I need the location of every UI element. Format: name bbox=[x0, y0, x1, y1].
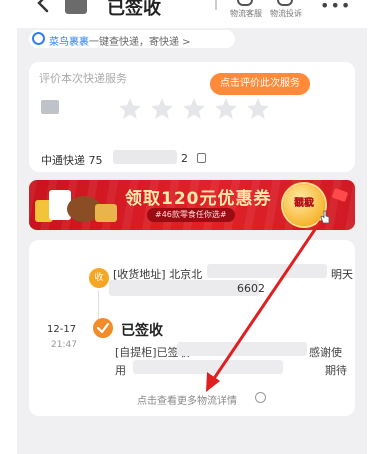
back-arrow-icon[interactable] bbox=[33, 0, 55, 14]
logistics-service-button[interactable]: 物流客服 bbox=[230, 8, 262, 19]
event-status: 已签收 bbox=[121, 323, 163, 339]
tracking-number: 中通快递 75 bbox=[41, 154, 103, 167]
tracking-number-end: 2 bbox=[181, 152, 188, 165]
pointer-hand-icon bbox=[320, 210, 330, 224]
redaction-blur bbox=[207, 264, 327, 278]
headset-icon[interactable] bbox=[237, 0, 253, 6]
event-date: 12-17 bbox=[47, 324, 77, 335]
address-suffix: 明天 bbox=[331, 268, 353, 281]
banner-title: 领取120元优惠券 bbox=[125, 189, 272, 209]
event-description-1-end: 感谢使 bbox=[309, 346, 342, 359]
redaction-blur bbox=[133, 360, 283, 374]
star-icon[interactable] bbox=[117, 96, 143, 122]
cta-line-2: 领取 bbox=[294, 198, 314, 209]
banner-subtitle: #46款零食任你选# bbox=[147, 208, 235, 222]
page: 已签收 物流客服 物流投诉 ••• 菜鸟裹裹一键查快递，寄快递 > 评价本次快递… bbox=[0, 0, 384, 454]
notice-body: 一键查快递，寄快递 > bbox=[89, 37, 191, 48]
page-title: 已签收 bbox=[107, 0, 161, 19]
rating-card: 评价本次快递服务 点击评价此次服务 中通快递 75 2 bbox=[29, 62, 355, 172]
snack-pack bbox=[95, 204, 117, 222]
address-badge: 收 bbox=[89, 268, 109, 288]
coupon-banner[interactable]: 领取120元优惠券 #46款零食任你选# 戳我 领取 bbox=[29, 180, 355, 230]
copy-icon[interactable] bbox=[197, 153, 206, 163]
snack-products-image bbox=[35, 186, 123, 224]
event-time: 21:47 bbox=[51, 340, 77, 350]
star-icon[interactable] bbox=[181, 96, 207, 122]
cainiao-notice[interactable]: 菜鸟裹裹一键查快递，寄快递 > bbox=[29, 30, 235, 48]
header-divider bbox=[215, 0, 217, 10]
cainiao-logo-icon bbox=[32, 32, 45, 45]
event-description-2: 用 bbox=[115, 364, 126, 377]
logistics-complaint-button[interactable]: 物流投诉 bbox=[270, 8, 302, 19]
courier-thumbnail bbox=[41, 100, 59, 114]
notice-brand: 菜鸟裹裹 bbox=[49, 37, 89, 48]
logistics-card: 收 [收货地址] 北京北 明天 6602 12-17 21:47 已签收 [自提… bbox=[29, 240, 355, 416]
redaction-blur bbox=[177, 342, 307, 356]
chevron-down-icon[interactable] bbox=[255, 392, 266, 403]
rate-service-button[interactable]: 点击评价此次服务 bbox=[210, 73, 310, 95]
bottom-padding bbox=[17, 426, 367, 454]
redaction-blur bbox=[113, 150, 177, 164]
complaint-icon[interactable] bbox=[277, 0, 293, 6]
more-logistics-link[interactable]: 点击查看更多物流详情 bbox=[137, 392, 237, 407]
more-icon[interactable]: ••• bbox=[320, 0, 351, 15]
star-icon[interactable] bbox=[213, 96, 239, 122]
star-icon[interactable] bbox=[149, 96, 175, 122]
event-description-2-end: 期待 bbox=[325, 364, 347, 377]
product-thumbnail bbox=[65, 0, 87, 14]
phone-screen: 已签收 物流客服 物流投诉 ••• 菜鸟裹裹一键查快递，寄快递 > 评价本次快递… bbox=[17, 0, 367, 454]
top-header: 已签收 物流客服 物流投诉 ••• bbox=[17, 0, 367, 28]
address-number: 6602 bbox=[237, 282, 265, 295]
timeline-line bbox=[98, 290, 99, 320]
check-icon bbox=[93, 318, 113, 338]
notice-text: 菜鸟裹裹一键查快递，寄快递 > bbox=[49, 33, 191, 48]
star-icon[interactable] bbox=[245, 96, 271, 122]
rating-label: 评价本次快递服务 bbox=[39, 72, 127, 85]
